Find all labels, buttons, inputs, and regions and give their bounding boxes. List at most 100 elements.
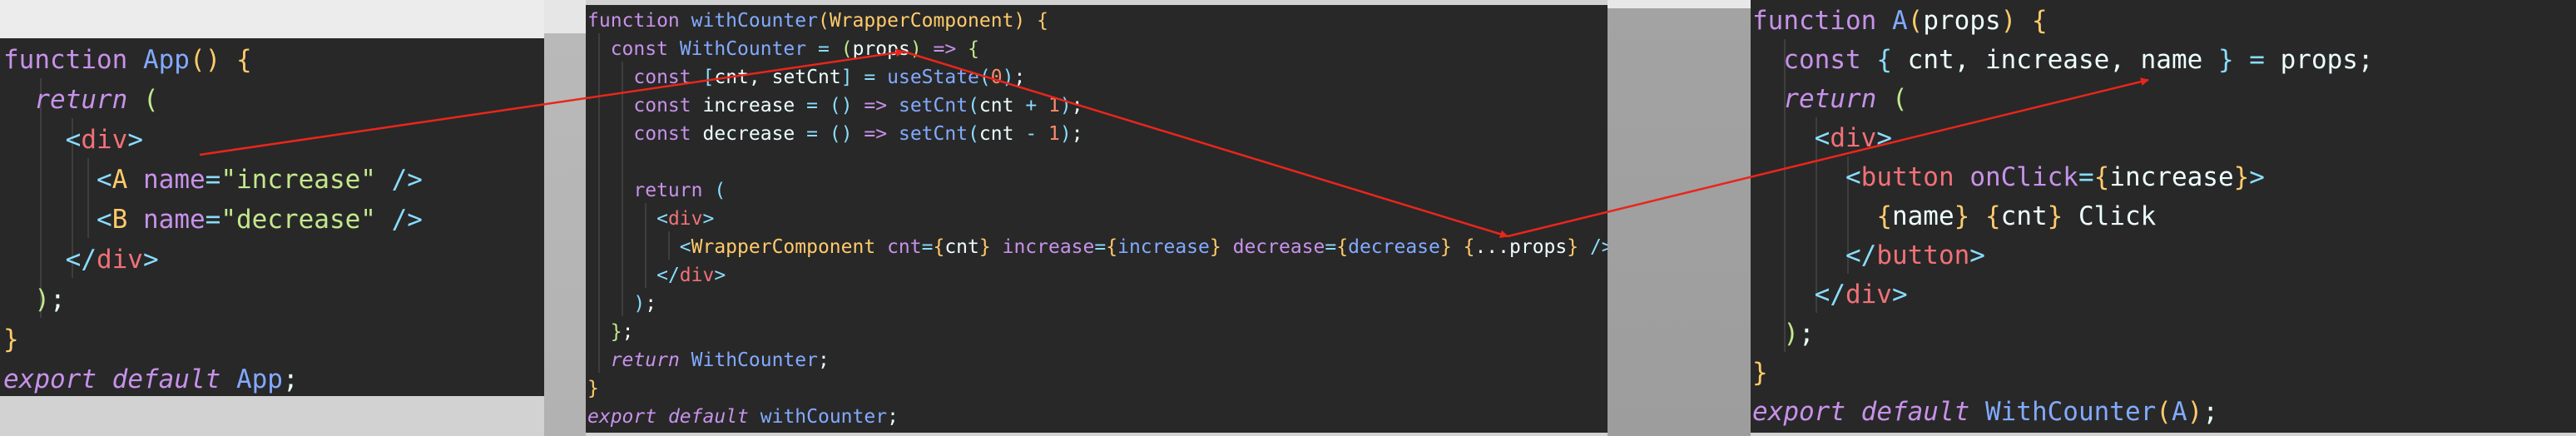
code-token: ) — [1013, 10, 1026, 32]
code-token: { — [968, 38, 979, 60]
code-token: > — [127, 125, 143, 155]
code-line: } — [587, 374, 599, 403]
code-token: decrease — [691, 123, 807, 145]
code-token: props — [852, 38, 910, 60]
code-token: WrapperComponent — [691, 236, 876, 258]
code-token: /> — [1589, 236, 1608, 258]
code-line: function withCounter(WrapperComponent) { — [587, 7, 1048, 35]
code-token: setCnt — [898, 123, 968, 145]
code-line: } — [3, 320, 19, 359]
code-token: < — [96, 165, 112, 195]
code-line: const [cnt, setCnt] = useState(0); — [587, 63, 1025, 92]
code-token: } — [2233, 162, 2250, 192]
code-panel-app: function App() { return ( <div> <A name=… — [0, 38, 544, 396]
code-token: } — [2217, 45, 2234, 75]
code-token: </ — [1845, 240, 1877, 270]
code-token: ) — [34, 285, 50, 315]
code-line: {name} {cnt} Click — [1752, 197, 2156, 236]
code-token: cnt — [2000, 201, 2048, 231]
code-line: ); — [1752, 315, 1815, 354]
code-token: ( — [1891, 84, 1908, 114]
code-token: props; — [2264, 45, 2374, 75]
code-token: < — [656, 208, 668, 230]
code-token: const — [633, 95, 691, 116]
code-token: } — [1209, 236, 1221, 258]
code-token: cnt — [944, 236, 979, 258]
code-token: < — [1814, 123, 1830, 153]
code-token: < — [65, 125, 82, 155]
code-line: <div> — [1752, 119, 1892, 158]
code-token: } — [978, 236, 991, 258]
code-token: name — [143, 205, 206, 235]
code-token: WithCounter — [1984, 397, 2157, 427]
code-token: const — [633, 123, 691, 145]
code-token: </ — [1814, 280, 1845, 310]
code-token: function — [3, 45, 128, 75]
code-panel-hoc: function withCounter(WrapperComponent) {… — [586, 5, 1608, 433]
code-token: return — [34, 85, 128, 115]
divider-gap — [544, 0, 586, 436]
code-token: default — [111, 364, 221, 394]
code-token: { — [1876, 45, 1892, 75]
code-token: ; — [282, 364, 299, 394]
code-token: decrease — [1232, 236, 1325, 258]
code-token: 0 — [990, 67, 1003, 88]
code-token: = — [864, 67, 876, 88]
code-token: { — [235, 45, 252, 75]
code-token: = — [2078, 162, 2094, 192]
code-token: ; — [1799, 319, 1815, 349]
code-token: { — [1106, 236, 1118, 258]
code-token: < — [679, 236, 691, 258]
code-line: </div> — [3, 240, 159, 280]
code-token: div — [1830, 123, 1877, 153]
code-line: return ( — [1752, 80, 1908, 119]
code-token: ( — [2156, 397, 2172, 427]
code-token: } — [610, 321, 622, 343]
code-line: </button> — [1752, 236, 1985, 275]
code-token: => — [933, 38, 957, 60]
code-token: - — [1025, 123, 1038, 145]
code-token: setCnt — [898, 95, 968, 116]
code-line: ); — [587, 290, 656, 318]
code-line: return ( — [587, 176, 726, 205]
code-token: } — [1954, 201, 1970, 231]
code-token: App — [235, 364, 283, 394]
code-line: const WithCounter = (props) => { — [587, 35, 979, 63]
code-token: ) — [1002, 67, 1014, 88]
code-line: <div> — [587, 205, 714, 233]
code-token: App — [142, 45, 190, 75]
code-token: ( — [968, 95, 979, 116]
code-token: name — [1891, 201, 1954, 231]
code-line: <div> — [3, 120, 143, 160]
code-token: increase — [691, 95, 807, 116]
code-token: { — [2093, 162, 2110, 192]
code-token: /> — [391, 205, 423, 235]
code-token: cnt — [978, 123, 1026, 145]
code-token: = — [806, 95, 818, 116]
